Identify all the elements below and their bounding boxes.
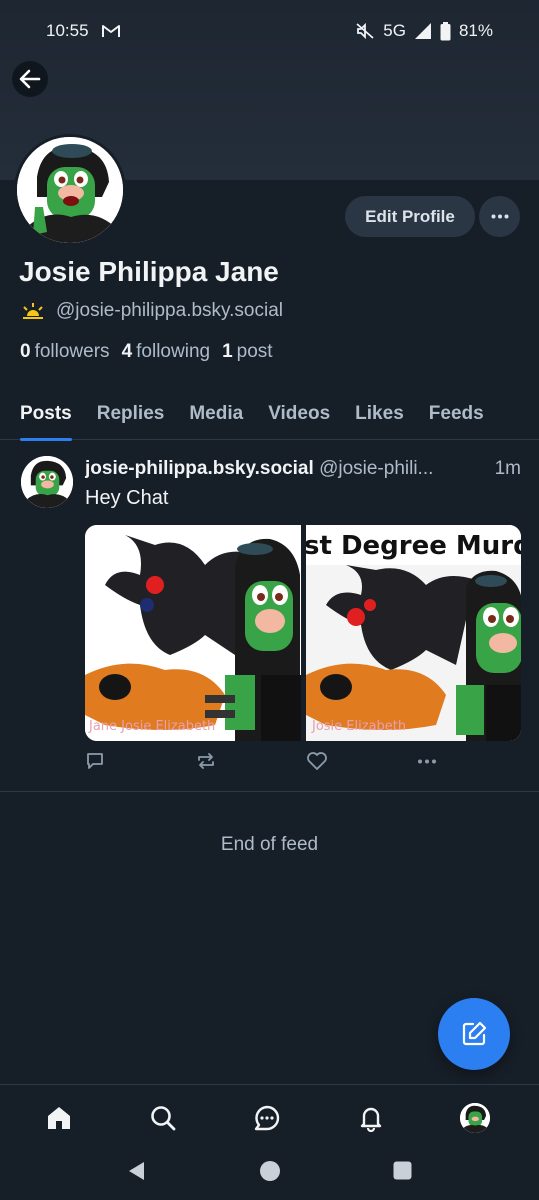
nav-search[interactable]: [148, 1103, 178, 1133]
back-button[interactable]: [12, 61, 48, 97]
chat-bubble-icon: [253, 1104, 281, 1132]
post-text: Hey Chat: [85, 487, 169, 509]
ellipsis-icon: [491, 214, 509, 219]
following-link[interactable]: 4 following: [122, 341, 211, 363]
post-header: josie-philippa.bsky.social @josie-phili.…: [85, 458, 525, 480]
repost-icon[interactable]: [195, 751, 217, 771]
followers-label: followers: [34, 341, 110, 362]
feed-post[interactable]: josie-philippa.bsky.social @josie-phili.…: [0, 441, 539, 792]
profile-handle: @josie-philippa.bsky.social: [56, 300, 283, 321]
avatar-image: [17, 137, 123, 243]
nav-avatar-image: [460, 1103, 490, 1133]
compose-post-button[interactable]: [438, 998, 510, 1070]
followers-link[interactable]: 0 followers: [20, 341, 110, 363]
tab-feeds[interactable]: Feeds: [429, 388, 484, 440]
gmail-icon: [101, 23, 121, 39]
nav-profile-avatar: [460, 1103, 490, 1133]
tab-replies[interactable]: Replies: [97, 388, 165, 440]
followers-count: 0: [20, 341, 31, 362]
end-of-feed-label: End of feed: [220, 834, 319, 855]
tab-videos[interactable]: Videos: [268, 388, 330, 440]
posts-count-stat: 1 post: [222, 341, 273, 363]
post-author-name[interactable]: josie-philippa.bsky.social: [85, 458, 314, 479]
post-avatar-image: [21, 456, 73, 508]
sunrise-icon: [20, 302, 46, 320]
system-back-icon[interactable]: [126, 1160, 146, 1182]
following-label: following: [136, 341, 211, 362]
battery-icon: [440, 21, 451, 41]
like-heart-icon[interactable]: [306, 751, 328, 771]
status-time: 10:55: [46, 21, 89, 40]
tab-likes[interactable]: Likes: [355, 388, 404, 440]
post-media: Jane Josie Elizabeth st Degree Murd Josi…: [85, 525, 521, 741]
status-bar: 10:55 5G 81%: [0, 0, 539, 62]
post-image-1[interactable]: Jane Josie Elizabeth: [85, 525, 301, 741]
more-options-button[interactable]: [479, 196, 520, 237]
post-actions: [85, 751, 445, 775]
handle-row: @josie-philippa.bsky.social: [20, 300, 283, 322]
compose-icon: [460, 1020, 488, 1048]
profile-avatar[interactable]: [14, 134, 126, 246]
post-image-2[interactable]: st Degree Murd Josie Elizabeth: [305, 525, 522, 741]
tab-posts[interactable]: Posts: [20, 388, 72, 441]
system-navigation-bar: [0, 1148, 539, 1200]
battery-percent: 81%: [458, 21, 493, 40]
bottom-navigation: [0, 1084, 539, 1148]
network-label: 5G: [383, 21, 406, 40]
arrow-left-icon: [19, 69, 41, 89]
nav-home[interactable]: [44, 1103, 74, 1133]
image-2-title: st Degree Murd: [306, 531, 522, 561]
nav-chat[interactable]: [252, 1103, 282, 1133]
bell-icon: [357, 1104, 385, 1132]
profile-name: Josie Philippa Jane: [19, 256, 279, 287]
image-1-art: Jane Josie Elizabeth: [85, 525, 301, 741]
signal-icon: [414, 22, 432, 40]
post-more-icon[interactable]: [417, 759, 437, 764]
home-icon: [45, 1104, 73, 1132]
tab-media[interactable]: Media: [189, 388, 243, 440]
posts-label: post: [236, 341, 273, 362]
nav-notifications[interactable]: [356, 1103, 386, 1133]
following-count: 4: [121, 341, 133, 362]
image-1-watermark: Jane Josie Elizabeth: [88, 719, 215, 734]
post-author-avatar[interactable]: [21, 456, 73, 508]
profile-tabs: Posts Replies Media Videos Likes Feeds: [0, 388, 539, 441]
posts-count: 1: [222, 341, 233, 362]
system-recents-icon[interactable]: [393, 1161, 412, 1180]
system-home-icon[interactable]: [259, 1160, 281, 1182]
image-2-watermark: Josie Elizabeth: [311, 719, 406, 734]
post-author-handle[interactable]: @josie-phili...: [319, 458, 433, 479]
reply-icon[interactable]: [85, 751, 105, 771]
mute-icon: [355, 22, 375, 40]
image-2-art: st Degree Murd Josie Elizabeth: [305, 525, 522, 741]
nav-profile[interactable]: [460, 1103, 490, 1133]
search-icon: [149, 1104, 177, 1132]
profile-stats: 0 followers 4 following 1 post: [20, 341, 273, 363]
edit-profile-button[interactable]: Edit Profile: [345, 196, 475, 237]
post-timestamp[interactable]: 1m: [488, 458, 521, 480]
